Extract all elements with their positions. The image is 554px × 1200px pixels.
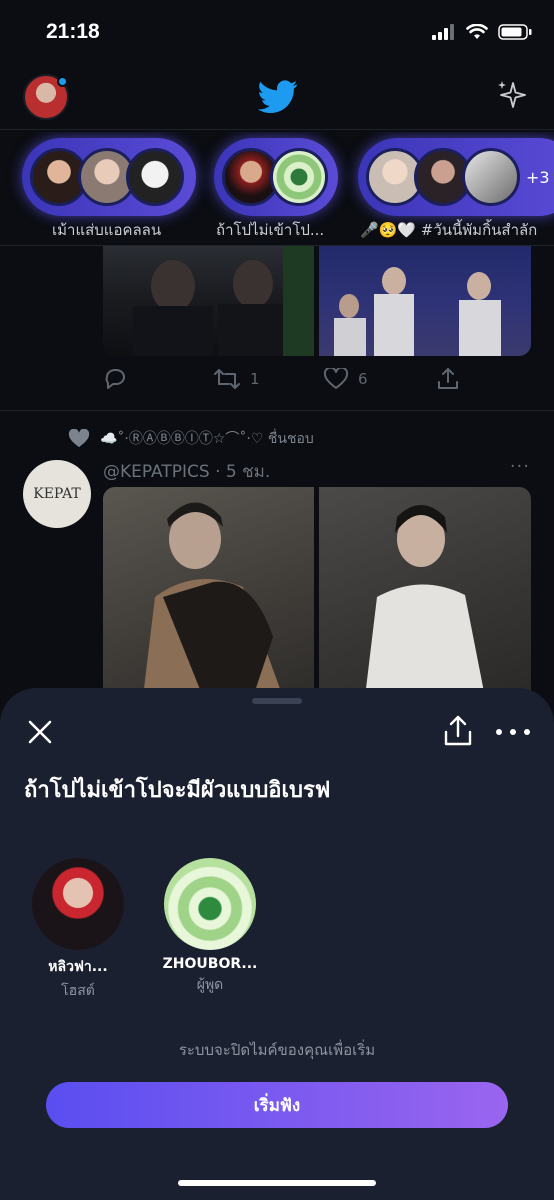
share-icon xyxy=(438,368,458,389)
heart-icon xyxy=(324,368,348,389)
retweet-count: 1 xyxy=(250,370,260,388)
space-title: ถ้าโปไม่เข้าโปจะมีผัวแบบอิเบรฟ xyxy=(24,778,331,803)
space-sheet: ถ้าโปไม่เข้าโปจะมีผัวแบบอิเบรฟ หลิวฟา...… xyxy=(0,688,554,1200)
tweet-photo[interactable] xyxy=(319,487,531,697)
speaker-guest[interactable]: ZHOUBOR... ผู้พูด xyxy=(154,858,266,996)
avatar xyxy=(126,148,184,206)
social-context: ☁️˚·ⓇⒶⒷⒷⒾⓉ☆⌒˚·♡ ชื่นชอบ xyxy=(68,428,314,450)
space-pill-2[interactable] xyxy=(214,138,338,216)
tweet-more-icon[interactable]: ··· xyxy=(510,456,530,477)
tweet-photo[interactable] xyxy=(319,246,531,356)
timeline-feed: 1 6 ☁️˚·ⓇⒶⒷⒷⒾⓉ☆⌒˚·♡ ชื่นชอบ KEPAT @KEPAT… xyxy=(0,246,554,706)
home-header xyxy=(0,68,554,130)
status-icons xyxy=(432,24,532,40)
like-count: 6 xyxy=(358,370,368,388)
avatar xyxy=(32,858,124,950)
sheet-grabber[interactable] xyxy=(252,698,302,704)
liked-by-text: ☁️˚·ⓇⒶⒷⒷⒾⓉ☆⌒˚·♡ ชื่นชอบ xyxy=(100,431,314,447)
dot xyxy=(496,729,502,735)
signal-icon xyxy=(432,24,454,40)
speaker-role: โฮสต์ xyxy=(61,983,95,999)
author-avatar[interactable]: KEPAT xyxy=(23,460,91,528)
space-participant-count: +3 xyxy=(526,167,550,187)
retweet-icon xyxy=(214,369,240,389)
avatar xyxy=(462,148,520,206)
space-pill-1[interactable] xyxy=(22,138,196,216)
speaker-name: ZHOUBOR... xyxy=(162,956,258,972)
close-icon[interactable] xyxy=(24,716,56,748)
sparkle-icon[interactable] xyxy=(496,78,530,112)
space-label-3: 🎤🥺🤍 #วันนี้พัมกิ้นสำลัก xyxy=(360,221,538,239)
author-avatar-text: KEPAT xyxy=(33,486,81,502)
speaker-name: หลิวฟา... xyxy=(48,959,108,975)
share-icon[interactable] xyxy=(442,714,474,748)
speaker-role: ผู้พูด xyxy=(196,977,224,993)
speaker-host[interactable]: หลิวฟา... โฮสต์ xyxy=(22,858,134,1002)
tweet-photo[interactable] xyxy=(103,246,314,356)
share-tweet-button[interactable] xyxy=(436,368,460,390)
space-label-2: ถ้าโปไม่เข้าโป... xyxy=(216,221,325,239)
dot xyxy=(510,729,516,735)
author-handle[interactable]: @KEPATPICS · 5 ชม. xyxy=(103,458,270,485)
mic-notice: ระบบจะปิดไมค์ของคุณเพื่อเริ่ม xyxy=(178,1041,376,1059)
dot xyxy=(524,729,530,735)
home-indicator[interactable] xyxy=(178,1180,376,1186)
more-options-button[interactable] xyxy=(496,718,530,746)
divider xyxy=(0,410,554,411)
heart-filled-icon xyxy=(68,429,90,448)
reply-icon xyxy=(105,369,125,389)
battery-icon xyxy=(498,24,532,40)
space-label-1: เม้าแส่บแอคลลน xyxy=(52,221,162,239)
retweet-button[interactable]: 1 xyxy=(214,368,260,390)
status-time: 21:18 xyxy=(46,20,100,43)
avatar xyxy=(164,858,256,950)
like-button[interactable]: 6 xyxy=(324,368,368,390)
wifi-icon xyxy=(466,24,488,39)
twitter-bird-icon[interactable] xyxy=(258,80,298,114)
notification-dot xyxy=(57,76,68,87)
spaces-row: เม้าแส่บแอคลลน ถ้าโปไม่เข้าโป... +3 🎤🥺🤍 … xyxy=(0,132,554,246)
start-listening-button[interactable]: เริ่มฟัง xyxy=(46,1082,508,1128)
reply-button[interactable] xyxy=(103,368,127,390)
space-pill-3[interactable]: +3 xyxy=(358,138,554,216)
tweet-photo[interactable] xyxy=(103,487,314,697)
status-bar: 21:18 xyxy=(0,0,554,68)
avatar xyxy=(270,148,328,206)
